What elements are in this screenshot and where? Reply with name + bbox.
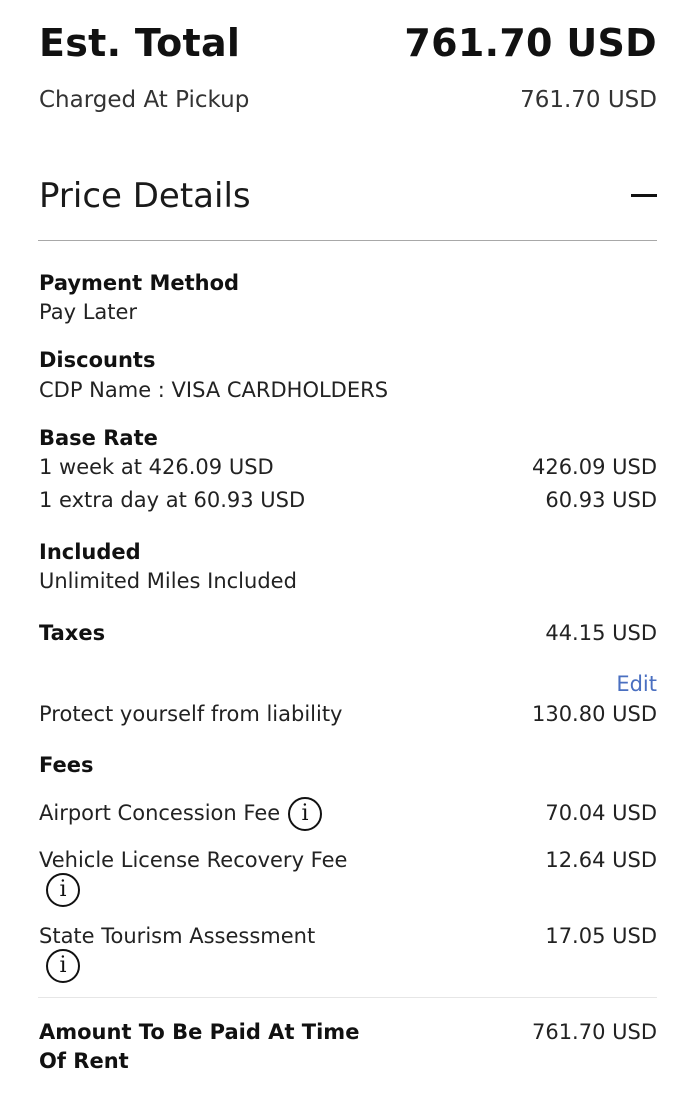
est-total-label: Est. Total bbox=[39, 21, 241, 65]
price-summary-page: Est. Total 761.70 USD Charged At Pickup … bbox=[0, 0, 695, 1110]
fee-amount: 70.04 USD bbox=[545, 801, 657, 825]
discounts-heading: Discounts bbox=[39, 348, 156, 372]
amount-due-label-line1: Amount To Be Paid At Time bbox=[39, 1020, 360, 1044]
taxes-heading: Taxes bbox=[39, 621, 106, 645]
base-rate-line-label: 1 extra day at 60.93 USD bbox=[39, 488, 306, 512]
fee-label: Airport Concession Fee bbox=[39, 801, 281, 825]
base-rate-line-amount: 60.93 USD bbox=[545, 488, 657, 512]
base-rate-line-amount: 426.09 USD bbox=[531, 455, 657, 479]
est-total-value: 761.70 USD bbox=[404, 21, 657, 65]
amount-due-label-line2: Of Rent bbox=[39, 1049, 129, 1073]
info-icon[interactable]: i bbox=[46, 949, 80, 983]
base-rate-heading: Base Rate bbox=[39, 426, 158, 450]
amount-due-value: 761.70 USD bbox=[531, 1020, 657, 1044]
total-divider bbox=[38, 997, 657, 998]
fee-amount: 17.05 USD bbox=[545, 924, 657, 948]
fees-heading: Fees bbox=[39, 753, 94, 777]
payment-method-heading: Payment Method bbox=[39, 271, 240, 295]
protection-label: Protect yourself from liability bbox=[39, 702, 343, 726]
included-heading: Included bbox=[39, 540, 141, 564]
price-details-title: Price Details bbox=[39, 176, 251, 216]
fee-label: State Tourism Assessment bbox=[39, 924, 316, 948]
discounts-value: CDP Name : VISA CARDHOLDERS bbox=[39, 378, 389, 402]
info-icon[interactable]: i bbox=[46, 873, 80, 907]
collapse-minus-icon[interactable] bbox=[631, 194, 657, 197]
fee-label: Vehicle License Recovery Fee bbox=[39, 848, 348, 872]
taxes-amount: 44.15 USD bbox=[545, 621, 657, 645]
charged-at-pickup-value: 761.70 USD bbox=[520, 87, 657, 113]
base-rate-line-label: 1 week at 426.09 USD bbox=[39, 455, 274, 479]
fee-amount: 12.64 USD bbox=[545, 848, 657, 872]
edit-protection-link[interactable]: Edit bbox=[616, 670, 657, 698]
info-icon[interactable]: i bbox=[288, 797, 322, 831]
section-divider bbox=[38, 240, 657, 241]
payment-method-value: Pay Later bbox=[39, 300, 138, 324]
protection-amount: 130.80 USD bbox=[531, 702, 657, 726]
included-value: Unlimited Miles Included bbox=[39, 569, 297, 593]
charged-at-pickup-label: Charged At Pickup bbox=[39, 87, 250, 113]
